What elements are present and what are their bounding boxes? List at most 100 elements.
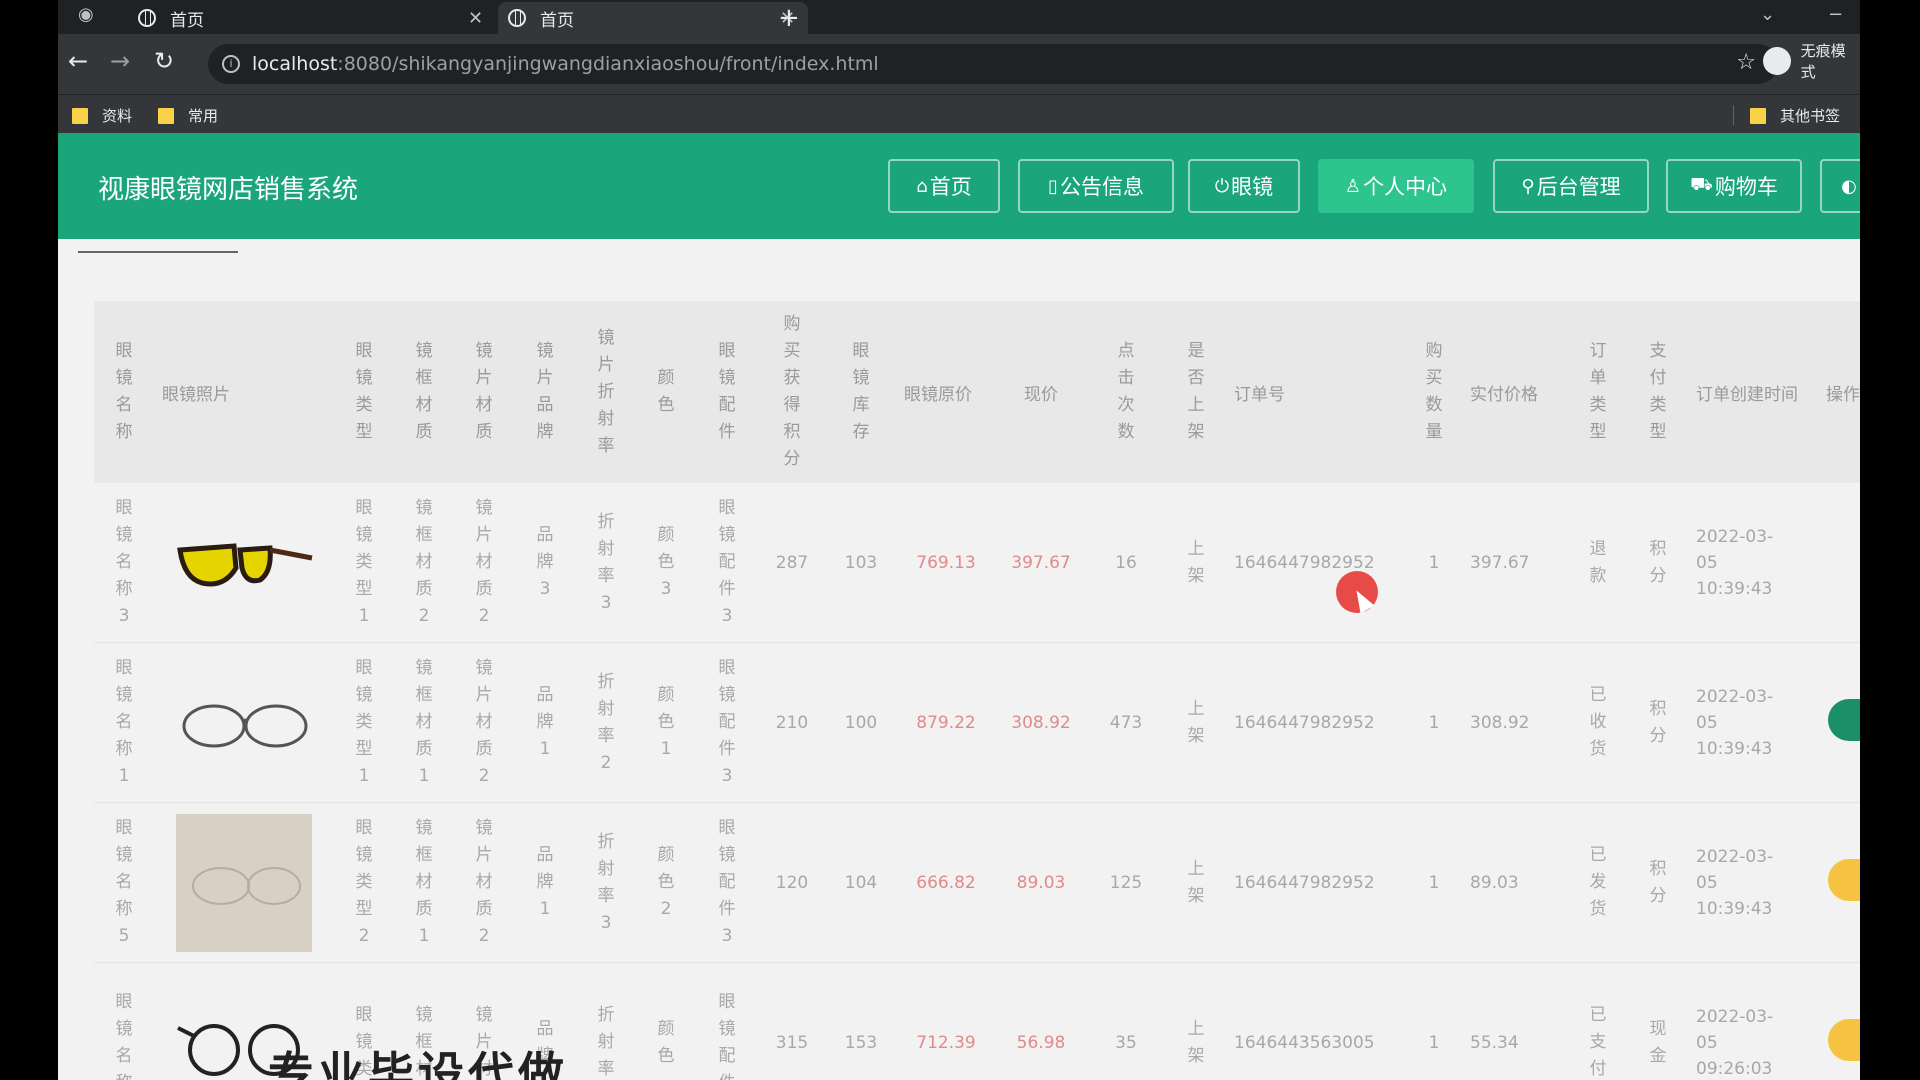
incognito-profile[interactable]: 无痕模式 (1763, 40, 1860, 82)
cell-text: 镜框材质2 (415, 498, 433, 626)
cell-text: 颜色1 (657, 685, 675, 759)
table-cell-order_no: 1646443563005 (1226, 962, 1406, 1080)
action-button[interactable] (1828, 1019, 1860, 1061)
table-cell-price: 397.67 (996, 483, 1086, 643)
table-cell-op[interactable] (1798, 642, 1860, 803)
minimize-icon[interactable]: − (1828, 4, 1843, 25)
table-cell-photo (154, 802, 334, 963)
table-cell-points: 210 (758, 642, 826, 803)
cell-text: 眼镜配件3 (718, 498, 736, 626)
main-content: 眼镜名称 眼镜照片 眼镜类型 镜框材质 镜片材质 镜片品牌 镜片折射率 颜色 眼… (58, 239, 1860, 1080)
table-cell-order_no: 1646447982952 (1226, 802, 1406, 963)
table-cell-op[interactable] (1798, 962, 1860, 1080)
cell-text: 上架 (1187, 698, 1205, 746)
nav-personal-center[interactable]: ♙ 个人中心 (1318, 159, 1474, 213)
nav-cart[interactable]: ⛟ 购物车 (1666, 159, 1802, 213)
table-cell-paid: 397.67 (1462, 483, 1568, 643)
table-cell-refr: 折射率 (576, 962, 636, 1080)
nav-glasses[interactable]: ⏻ 眼镜 (1188, 159, 1300, 213)
nav-notice[interactable]: ▯ 公告信息 (1018, 159, 1174, 213)
table-cell-op[interactable] (1798, 802, 1860, 963)
cell-text: 上架 (1187, 1018, 1205, 1066)
table-cell-type: 眼镜类型1 (334, 642, 394, 803)
cell-text: 退款 (1589, 538, 1607, 586)
table-cell-clicks: 125 (1086, 802, 1166, 963)
table-cell-qty: 1 (1406, 962, 1462, 1080)
table-cell-qty: 1 (1406, 483, 1462, 643)
column-header: 眼镜原价 (896, 301, 996, 483)
column-header: 现价 (996, 301, 1086, 483)
column-header: 购买数量 (1406, 301, 1462, 483)
table-cell-type: 眼镜类型1 (334, 483, 394, 643)
nav-home[interactable]: ⌂ 首页 (888, 159, 1000, 213)
nav-label: 公告信息 (1059, 175, 1144, 199)
nav-label: 个人中心 (1363, 175, 1448, 199)
bookmark-divider (1733, 105, 1734, 125)
tab-2[interactable]: 首页 ✕ (498, 2, 808, 34)
nav-admin[interactable]: ⚲ 后台管理 (1493, 159, 1649, 213)
tab-strip: ◉ 首页 ✕ 首页 ✕ + ⌄ − (58, 0, 1860, 34)
table-cell-op[interactable] (1798, 483, 1860, 643)
bookmark-label: 其他书签 (1780, 107, 1841, 125)
cell-text: 眼镜名称3 (115, 498, 133, 626)
table-cell-brand: 品牌1 (514, 642, 576, 803)
nav-more[interactable]: ◐ (1820, 159, 1860, 213)
cell-text: 折射率 (597, 1005, 615, 1079)
cell-text: 2022-03-05 10:39:43 (1696, 846, 1774, 919)
table-cell-time: 2022-03-05 10:39:43 (1688, 802, 1798, 963)
bookmark-folder[interactable]: 常用 (158, 105, 218, 126)
video-caption: 专业毕设代做 (268, 1047, 568, 1080)
confirm-receipt-button[interactable] (1828, 699, 1860, 741)
close-icon[interactable]: ✕ (468, 8, 483, 29)
table-cell-orig: 769.13 (896, 483, 996, 643)
cell-text: 眼镜名称5 (115, 818, 133, 946)
table-cell-acc: 眼镜配件3 (696, 642, 758, 803)
cell-text: 上架 (1187, 858, 1205, 906)
table-cell-clicks: 16 (1086, 483, 1166, 643)
bookmark-folder[interactable]: 其他书签 (1750, 105, 1840, 126)
cell-text: 眼镜名称 (115, 991, 133, 1080)
table-cell-frame: 镜框材质1 (394, 802, 454, 963)
bookmark-folder[interactable]: 资料 (72, 105, 132, 126)
cell-text: 现金 (1649, 1018, 1667, 1066)
table-cell-points: 120 (758, 802, 826, 963)
site-info-icon[interactable]: i (222, 55, 240, 73)
table-cell-name: 眼镜名称1 (94, 642, 154, 803)
table-cell-lens: 镜片材质2 (454, 483, 514, 643)
cell-text: 眼镜配件3 (718, 818, 736, 946)
cell-text: 眼镜配件 (718, 991, 736, 1080)
table-cell-color: 颜色2 (636, 802, 696, 963)
cell-text: 积分 (1649, 538, 1667, 586)
table-cell-name: 眼镜名称3 (94, 483, 154, 643)
table-cell-color: 颜色3 (636, 483, 696, 643)
table-cell-paid: 89.03 (1462, 802, 1568, 963)
table-cell-clicks: 35 (1086, 962, 1166, 1080)
table-cell-order_no: 1646447982952 (1226, 483, 1406, 643)
cell-text: 镜片材质2 (475, 658, 493, 786)
chrome-menu-icon[interactable]: ◉ (78, 4, 94, 25)
home-icon: ⌂ (916, 175, 928, 197)
forward-icon[interactable]: → (110, 47, 130, 75)
table-cell-otype: 已发货 (1568, 802, 1628, 963)
reload-icon[interactable]: ↻ (154, 47, 174, 75)
chevron-down-icon[interactable]: ⌄ (1760, 4, 1775, 25)
table-cell-price: 56.98 (996, 962, 1086, 1080)
table-cell-paid: 55.34 (1462, 962, 1568, 1080)
tab-underline (78, 251, 238, 253)
cell-text: 颜色 (657, 1018, 675, 1066)
back-icon[interactable]: ← (68, 47, 88, 75)
table-cell-brand: 品牌3 (514, 483, 576, 643)
action-button[interactable] (1828, 859, 1860, 901)
table-cell-brand: 品牌1 (514, 802, 576, 963)
bookmarks-bar: 资料 常用 其他书签 (58, 94, 1860, 135)
column-header: 订单类型 (1568, 301, 1628, 483)
cell-text: 品牌1 (536, 685, 554, 759)
site-header: 视康眼镜网店销售系统 ⌂ 首页 ▯ 公告信息 ⏻ 眼镜 ♙ 个人中心 ⚲ 后台管理 ⛟ 购物… (58, 133, 1860, 239)
cell-text: 折射率2 (597, 671, 615, 773)
column-header: 眼镜库存 (826, 301, 896, 483)
tab-1[interactable]: 首页 ✕ (128, 2, 498, 34)
bookmark-star-icon[interactable]: ☆ (1736, 50, 1756, 75)
table-cell-price: 308.92 (996, 642, 1086, 803)
url-field[interactable]: i localhost:8080/shikangyanjingwangdianx… (208, 44, 1778, 84)
new-tab-icon[interactable]: + (778, 3, 800, 33)
